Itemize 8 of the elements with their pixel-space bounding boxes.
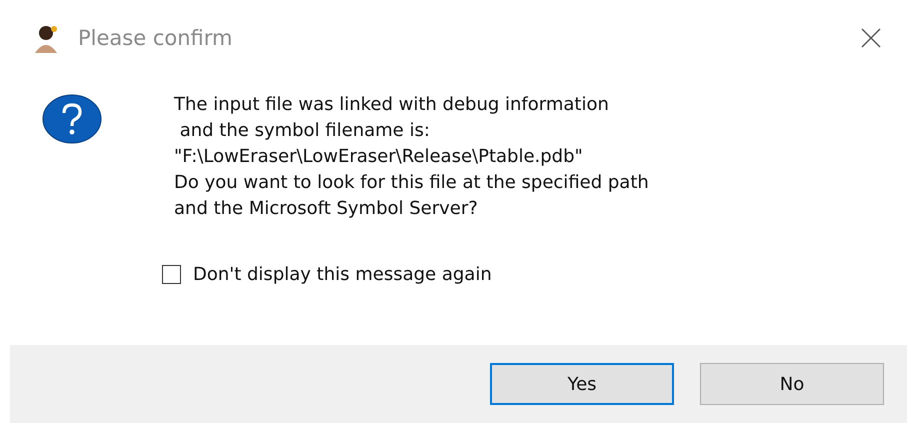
question-icon xyxy=(42,94,102,144)
dialog-button[interactable]: Yes xyxy=(490,363,674,405)
dialog-button[interactable]: No xyxy=(700,363,884,405)
checkbox[interactable] xyxy=(162,265,181,284)
window-title: Please confirm xyxy=(78,26,234,50)
checkbox-label[interactable]: Don't display this message again xyxy=(193,264,492,285)
message-text: The input file was linked with debug information and the symbol filename is: "F:\LowEraser\LowEraser\Release\Ptable.pdb" Do you want to look for this file at the specified path and the Microsoft Symbol Server? xyxy=(174,93,649,221)
close-icon[interactable] xyxy=(861,28,881,48)
